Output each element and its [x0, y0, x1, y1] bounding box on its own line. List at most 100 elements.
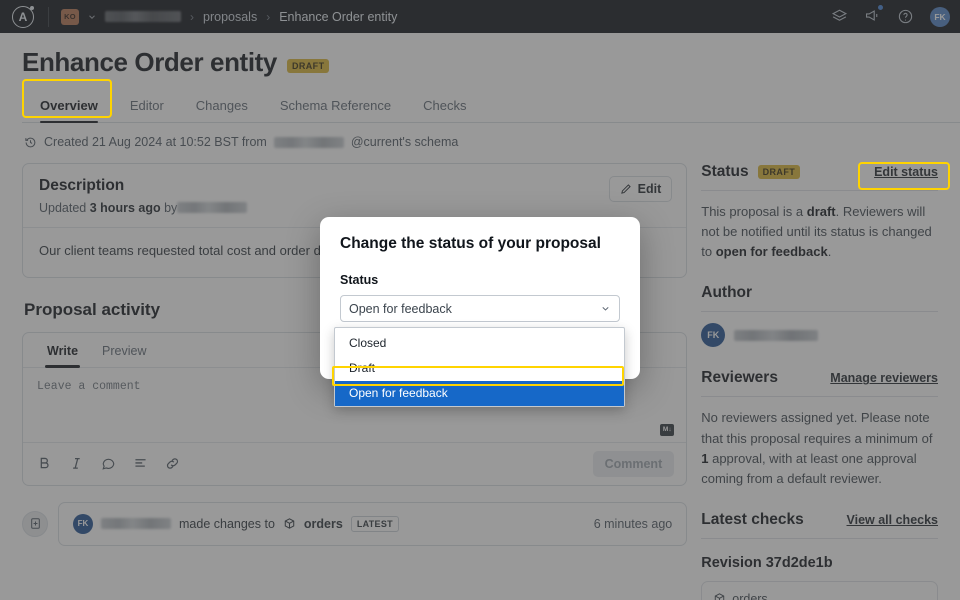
status-select-value: Open for feedback [349, 301, 452, 316]
reviewers-text-1: No reviewers assigned yet. Please note t… [701, 410, 933, 446]
activity-feed: FK made changes to orders LATEST 6 minut… [22, 501, 688, 546]
org-badge[interactable]: KO [61, 8, 79, 25]
logo-letter: A [18, 9, 28, 24]
cube-icon [284, 518, 295, 530]
check-info: orders Initiated 6 minut... [713, 592, 848, 600]
status-dropdown-list: Closed Draft Open for feedback [334, 327, 625, 407]
updated-prefix: Updated [39, 201, 87, 215]
add-revision-button[interactable] [22, 510, 48, 537]
author-section: Author FK [701, 284, 938, 348]
breadcrumb-separator: › [266, 9, 271, 24]
revision-title: Revision 37d2de1b [701, 554, 833, 571]
tab-editor[interactable]: Editor [114, 90, 180, 122]
help-icon[interactable] [897, 8, 914, 25]
author-avatar: FK [701, 323, 726, 348]
author-section-title: Author [701, 284, 753, 302]
dropdown-option-closed[interactable]: Closed [335, 331, 624, 356]
latest-checks-title: Latest checks [701, 510, 804, 528]
created-info: Created 21 Aug 2024 at 10:52 BST from @c… [0, 123, 960, 149]
tab-checks[interactable]: Checks [407, 90, 482, 122]
composer-toolbar: Comment [23, 441, 687, 485]
status-section-title: Status [701, 163, 749, 180]
manage-reviewers-link[interactable]: Manage reviewers [830, 371, 938, 385]
cube-icon [715, 593, 725, 600]
pencil-icon [620, 184, 631, 194]
reviewers-section: Reviewers Manage reviewers No reviewers … [701, 369, 938, 489]
page-header: Enhance Order entity DRAFT Overview Edit… [0, 33, 960, 123]
modal-title: Change the status of your proposal [340, 235, 601, 252]
list-icon[interactable] [133, 456, 148, 471]
author-section-header: Author [701, 284, 938, 313]
updated-by: by [164, 201, 178, 215]
reviewers-text-2: approval, with at least one approval com… [701, 450, 917, 486]
status-select[interactable]: Open for feedback [340, 295, 620, 322]
chevron-down-icon[interactable] [87, 12, 97, 22]
check-name-row: orders [713, 592, 848, 600]
created-text-suffix: @current's schema [350, 135, 459, 149]
reviewers-description: No reviewers assigned yet. Please note t… [701, 408, 938, 489]
activity-avatar: FK [73, 513, 93, 534]
author-row: FK [701, 323, 938, 348]
status-text-3: . [827, 244, 832, 260]
check-card[interactable]: orders Initiated 6 minut... PASSED [701, 580, 938, 600]
topbar-actions: FK [831, 3, 950, 27]
dropdown-option-open-for-feedback[interactable]: Open for feedback [335, 381, 624, 406]
title-row: Enhance Order entity DRAFT [22, 47, 960, 78]
status-text-1: This proposal is a [701, 204, 807, 219]
reviewers-section-title: Reviewers [701, 369, 778, 387]
composer-tab-write[interactable]: Write [35, 333, 90, 368]
updated-author-redacted [177, 202, 248, 213]
latest-checks-section: Latest checks View all checks Revision 3… [701, 511, 938, 600]
comment-submit-button[interactable]: Comment [592, 450, 675, 477]
quote-icon[interactable] [101, 456, 116, 471]
page-title: Enhance Order entity [22, 47, 277, 77]
notification-dot [877, 3, 884, 11]
markdown-icon[interactable]: M↓ [660, 423, 675, 436]
italic-icon[interactable] [69, 456, 84, 471]
breadcrumb-current[interactable]: Enhance Order entity [279, 10, 397, 24]
edit-description-label: Edit [637, 182, 662, 196]
dropdown-option-draft[interactable]: Draft [335, 356, 624, 381]
updated-relative: 3 hours ago [89, 201, 161, 215]
breadcrumb-separator: › [190, 9, 194, 24]
announcements-button[interactable] [864, 3, 884, 27]
activity-item: FK made changes to orders LATEST 6 minut… [58, 501, 688, 546]
view-all-checks-link[interactable]: View all checks [847, 513, 939, 527]
user-avatar[interactable]: FK [930, 6, 950, 27]
latest-checks-header: Latest checks View all checks [701, 511, 938, 539]
description-title: Description [39, 177, 125, 194]
status-section-header: Status DRAFT Edit status [701, 163, 938, 191]
breadcrumb-org-redacted[interactable] [105, 11, 181, 22]
topbar-divider [48, 6, 49, 27]
status-text-bold-2: open for feedback [715, 244, 828, 260]
apollo-logo-icon[interactable]: A [12, 5, 34, 28]
check-name: orders [732, 591, 768, 600]
right-sidebar: Status DRAFT Edit status This proposal i… [701, 163, 938, 600]
edit-description-button[interactable]: Edit [608, 176, 673, 202]
tab-overview[interactable]: Overview [24, 90, 114, 123]
chevron-down-icon [602, 307, 609, 311]
history-icon [25, 137, 36, 147]
link-icon[interactable] [165, 456, 180, 471]
edit-status-link[interactable]: Edit status [874, 165, 938, 179]
tab-schema-reference[interactable]: Schema Reference [264, 90, 407, 122]
created-author-redacted [273, 136, 344, 148]
breadcrumb-proposals[interactable]: proposals [203, 10, 257, 24]
bold-icon[interactable] [37, 456, 52, 471]
activity-author-redacted [101, 518, 171, 530]
reviewers-section-header: Reviewers Manage reviewers [701, 369, 938, 398]
status-section-badge: DRAFT [757, 165, 801, 179]
top-navigation-bar: A KO › proposals › Enhance Order entity … [0, 0, 960, 33]
tab-bar: Overview Editor Changes Schema Reference… [22, 90, 960, 123]
author-name-redacted [734, 329, 819, 341]
status-badge: DRAFT [286, 58, 330, 73]
layers-icon[interactable] [831, 8, 848, 25]
activity-target[interactable]: orders [304, 517, 343, 531]
status-field-label: Status [340, 273, 379, 287]
composer-tab-preview[interactable]: Preview [90, 333, 158, 367]
tab-changes[interactable]: Changes [180, 90, 264, 122]
latest-badge: LATEST [350, 515, 399, 532]
created-text-prefix: Created 21 Aug 2024 at 10:52 BST from [44, 135, 267, 149]
description-meta: Updated 3 hours ago by [39, 201, 670, 215]
change-status-modal: Change the status of your proposal Statu… [320, 217, 640, 407]
